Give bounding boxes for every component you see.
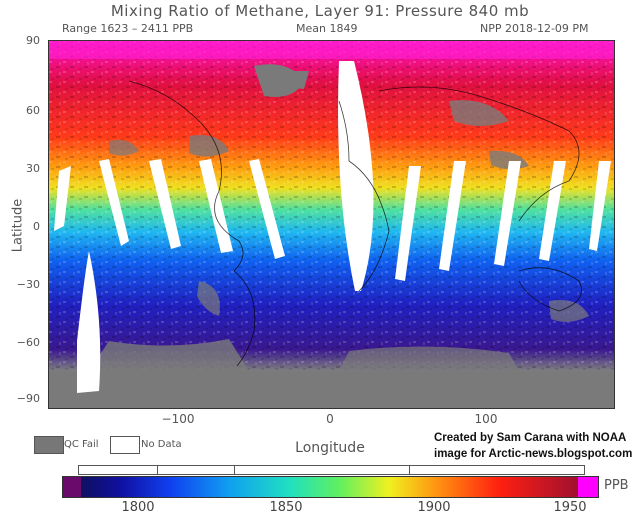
y-tick-30: 30: [26, 162, 40, 175]
colorbar-tick-1800: 1800: [121, 500, 155, 515]
colorbar-tick-1950: 1950: [553, 500, 587, 515]
y-tick-90: 90: [26, 34, 40, 47]
colorbar-tick-1850: 1850: [269, 500, 303, 515]
no-data-swatch: [110, 436, 140, 454]
x-tick-minus100: −100: [161, 412, 195, 426]
y-tick-minus60: −60: [16, 336, 40, 349]
y-tick-minus30: −30: [16, 278, 40, 291]
colorbar-tick-1900: 1900: [417, 500, 451, 515]
colorbar-low-swatch: [63, 477, 81, 497]
x-tick-0: 0: [326, 412, 334, 426]
colorbar-unit: PPB: [604, 478, 629, 493]
y-tick-60: 60: [26, 104, 40, 117]
no-data-label: No Data: [141, 439, 182, 450]
range-label: Range 1623 – 2411 PPB: [62, 22, 194, 35]
credit-line-1: Created by Sam Carana with NOAA: [434, 432, 627, 444]
x-axis-title: Longitude: [295, 440, 365, 456]
mean-label: Mean 1849: [296, 22, 358, 35]
colorbar-strip: [78, 465, 585, 475]
qc-fail-swatch: [34, 436, 64, 454]
methane-map: [48, 40, 615, 409]
y-tick-minus90: −90: [16, 392, 40, 405]
methane-map-graphic: [49, 41, 614, 408]
source-date-label: NPP 2018-12-09 PM: [480, 22, 589, 35]
credit-line-2: image for Arctic-news.blogspot.com: [434, 448, 633, 460]
colorbar-high-swatch: [578, 477, 598, 497]
map-title: Mixing Ratio of Methane, Layer 91: Press…: [110, 2, 530, 20]
colorbar-graphic: [63, 477, 598, 497]
x-tick-100: 100: [474, 412, 498, 426]
qc-fail-label: QC Fail: [64, 439, 99, 450]
colorbar: [62, 476, 599, 498]
y-axis-title: Latitude: [10, 198, 26, 253]
